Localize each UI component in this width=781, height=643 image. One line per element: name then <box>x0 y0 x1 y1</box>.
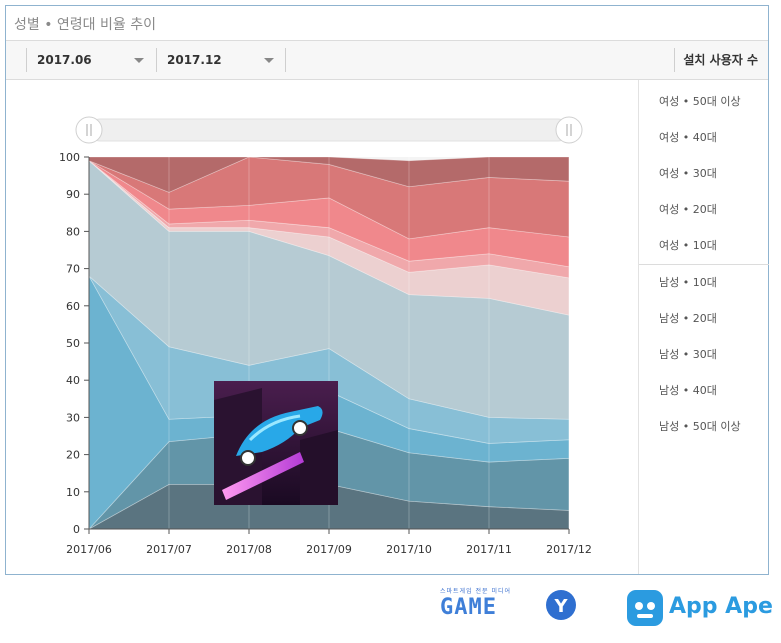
gamey-y-badge-icon: Y <box>546 590 576 620</box>
svg-text:Y: Y <box>553 596 568 617</box>
x-axis: 2017/06 2017/07 2017/08 2017/09 2017/10 2017/… <box>66 528 592 556</box>
x-tick-label: 2017/11 <box>466 543 512 556</box>
x-tick-label: 2017/06 <box>66 543 112 556</box>
x-tick-label: 2017/09 <box>306 543 352 556</box>
y-tick-label: 20 <box>66 449 80 462</box>
y-tick-label: 50 <box>66 337 80 350</box>
x-tick-label: 2017/07 <box>146 543 192 556</box>
appape-logo: App Ape <box>625 588 773 632</box>
y-tick-label: 10 <box>66 486 80 499</box>
gamey-logo-tagline: 스마트게임 전문 미디어 <box>440 588 512 595</box>
y-tick-label: 0 <box>73 523 80 536</box>
range-slider[interactable] <box>75 116 583 144</box>
area-chart: 0102030405060708090100 2017/06 2017/07 201… <box>59 116 592 556</box>
x-tick-label: 2017/12 <box>546 543 592 556</box>
y-tick-label: 30 <box>66 411 80 424</box>
range-slider-right-handle[interactable] <box>555 116 583 144</box>
game-app-icon <box>214 381 338 505</box>
range-slider-track[interactable] <box>88 118 570 142</box>
gamey-logo: 스마트게임 전문 미디어 GAME Y <box>440 586 576 620</box>
x-tick-label: 2017/10 <box>386 543 432 556</box>
y-tick-label: 60 <box>66 300 80 313</box>
y-tick-label: 90 <box>66 188 80 201</box>
y-tick-label: 40 <box>66 374 80 387</box>
appape-wordmark: App Ape <box>669 594 773 619</box>
y-axis: 0 10 20 30 40 50 60 70 80 90 100 <box>59 151 90 536</box>
y-tick-label: 70 <box>66 263 80 276</box>
y-tick-label: 80 <box>66 225 80 238</box>
x-tick-label: 2017/08 <box>226 543 272 556</box>
ape-face-icon <box>627 590 663 626</box>
gamey-logo-wordmark: GAME <box>440 595 497 620</box>
y-tick-label: 100 <box>59 151 80 164</box>
range-slider-left-handle[interactable] <box>75 116 103 144</box>
